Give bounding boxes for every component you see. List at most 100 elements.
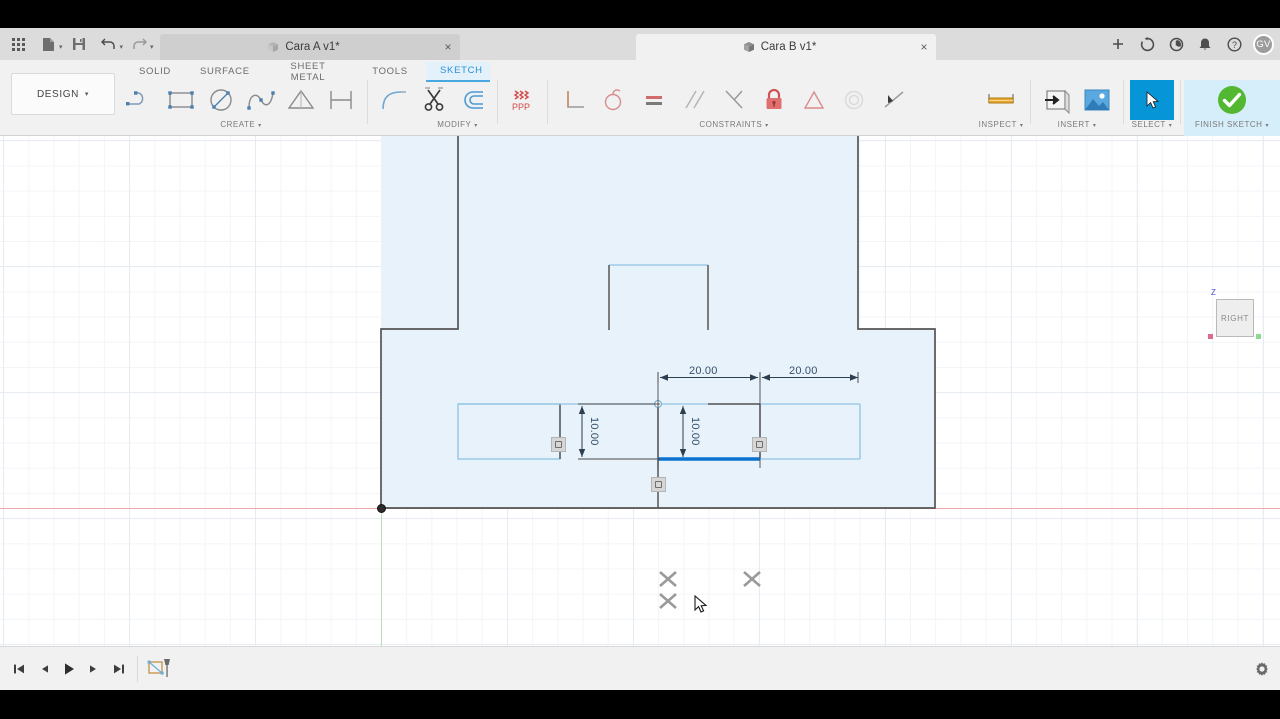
tangent-constraint-icon[interactable] [594,81,634,119]
skip-to-start-button[interactable] [8,657,29,681]
rectangle-tool-icon[interactable] [161,81,201,119]
constraint-badge-midpoint-right[interactable] [752,437,767,452]
panel-constraints: CONSTRAINTS ▾ [551,80,917,136]
quick-access-toolbar: ▾ ▾ ▾ [0,28,154,60]
offset-tool-icon[interactable] [454,81,494,119]
panel-select-tools [1127,80,1177,120]
undo-button[interactable]: ▾ [95,30,123,58]
recent-clock-icon[interactable] [1162,30,1190,58]
document-tab-close-icon[interactable]: × [445,41,452,53]
timeline-settings-button[interactable] [1254,661,1280,677]
perpendicular-constraint-icon[interactable] [554,81,594,119]
redo-icon[interactable] [125,30,153,58]
equal-constraint-icon[interactable] [634,81,674,119]
panel-constraints-label[interactable]: CONSTRAINTS ▾ [551,120,917,132]
mouse-cursor-icon [694,595,708,613]
dimension-10-right[interactable]: 10.00 [689,417,701,446]
avatar[interactable]: GV [1253,33,1274,55]
timeline-playback-controls [0,657,129,681]
dimension-10-left[interactable]: 10.00 [588,417,600,446]
ribbon-tab-solid[interactable]: SOLID [124,63,186,81]
document-tab-cara-b[interactable]: Cara B v1* × [635,34,936,60]
document-tab-label: Cara A v1* [285,41,340,53]
polygon-tool-icon[interactable] [281,81,321,119]
sketch-canvas[interactable]: 50 25 -50 -25 [0,136,1280,646]
view-cube-face[interactable]: RIGHT [1216,299,1254,337]
skip-to-end-button[interactable] [108,657,129,681]
dimension-20-left[interactable]: 20.00 [689,365,718,377]
chevron-down-icon: ▾ [765,123,769,129]
ribbon-tab-tools[interactable]: TOOLS [354,63,426,81]
panel-finish-sketch: FINISH SKETCH ▾ [1184,80,1280,136]
dimension-20-right[interactable]: 20.00 [789,365,818,377]
document-tab-close-icon[interactable]: × [921,41,928,53]
panel-insert-label[interactable]: INSERT ▾ [1034,120,1120,132]
top-letterbox [0,0,1280,28]
spline-tool-icon[interactable] [241,81,281,119]
document-tab-cara-a[interactable]: Cara A v1* × [159,34,460,60]
svg-text:PPP: PPP [512,102,530,112]
svg-text:?: ? [1231,40,1236,50]
panel-inspect-label[interactable]: INSPECT ▾ [975,120,1027,132]
panel-modify-label[interactable]: MODIFY ▾ [371,120,544,132]
refresh-icon[interactable] [1133,30,1161,58]
file-menu-button[interactable]: ▾ [34,30,63,58]
document-cube-icon [267,41,279,53]
undo-icon[interactable] [95,30,123,58]
circle-tool-icon[interactable] [201,81,241,119]
sketch-origin-point[interactable] [377,504,386,513]
sketch-geometry [380,136,936,609]
panel-divider [367,80,368,124]
finish-sketch-check-icon[interactable] [1212,81,1252,119]
insert-derive-icon[interactable] [1037,81,1077,119]
chevron-down-icon: ▾ [1092,123,1097,129]
insert-image-icon[interactable] [1077,81,1117,119]
play-button[interactable] [58,657,79,681]
timeline-sketch-feature[interactable] [146,655,174,683]
notification-bell-icon[interactable] [1191,30,1219,58]
constraint-badge-midpoint-bottom[interactable] [651,477,666,492]
panel-constraints-tools [551,80,917,120]
chevron-down-icon: ▾ [258,123,262,129]
select-cursor-icon[interactable] [1130,80,1174,120]
line-tool-icon[interactable] [121,81,161,119]
redo-button[interactable]: ▾ [125,30,154,58]
panel-create-label[interactable]: CREATE ▾ [118,120,364,132]
measure-tool-icon[interactable] [978,81,1024,119]
parallel-constraint-icon[interactable] [674,81,714,119]
chevron-down-icon: ▾ [1019,123,1024,129]
symmetry-constraint-icon[interactable] [794,81,834,119]
step-forward-button[interactable] [83,657,104,681]
workspace-selector[interactable]: DESIGN ▾ [11,73,115,115]
sketch-dimension-icon[interactable] [321,81,361,119]
break-tool-icon[interactable]: PPP [501,81,541,119]
panel-divider [1180,80,1181,124]
file-icon[interactable] [34,30,62,58]
ribbon-tab-surface[interactable]: SURFACE [186,63,262,81]
chevron-down-icon: ▾ [1168,123,1173,129]
help-icon[interactable]: ? [1220,30,1248,58]
curvature-constraint-icon[interactable] [874,81,914,119]
panel-insert: INSERT ▾ [1034,80,1120,136]
new-tab-icon[interactable] [1104,30,1132,58]
viewcube-y-axis-marker [1256,334,1261,339]
constraint-badge-midpoint-left[interactable] [551,437,566,452]
panel-finish-sketch-label[interactable]: FINISH SKETCH ▾ [1184,120,1280,132]
step-back-button[interactable] [33,657,54,681]
trim-tool-icon[interactable] [414,81,454,119]
document-tab-label: Cara B v1* [760,41,817,53]
concentric-constraint-icon[interactable] [834,81,874,119]
redo-caret-icon: ▾ [150,43,154,51]
view-cube[interactable]: RIGHT Z [1206,288,1262,346]
panel-divider [497,80,498,124]
panel-select-label[interactable]: SELECT ▾ [1127,120,1177,132]
save-icon[interactable] [65,30,93,58]
document-cube-icon [743,41,755,53]
ribbon-tab-sketch[interactable]: SKETCH [426,62,490,82]
fillet-tool-icon[interactable] [374,81,414,119]
coincident-constraint-icon[interactable] [714,81,754,119]
file-caret-icon: ▾ [59,43,63,51]
fix-constraint-icon[interactable] [754,81,794,119]
bottom-letterbox [0,690,1280,719]
grid-apps-icon[interactable] [4,30,32,58]
